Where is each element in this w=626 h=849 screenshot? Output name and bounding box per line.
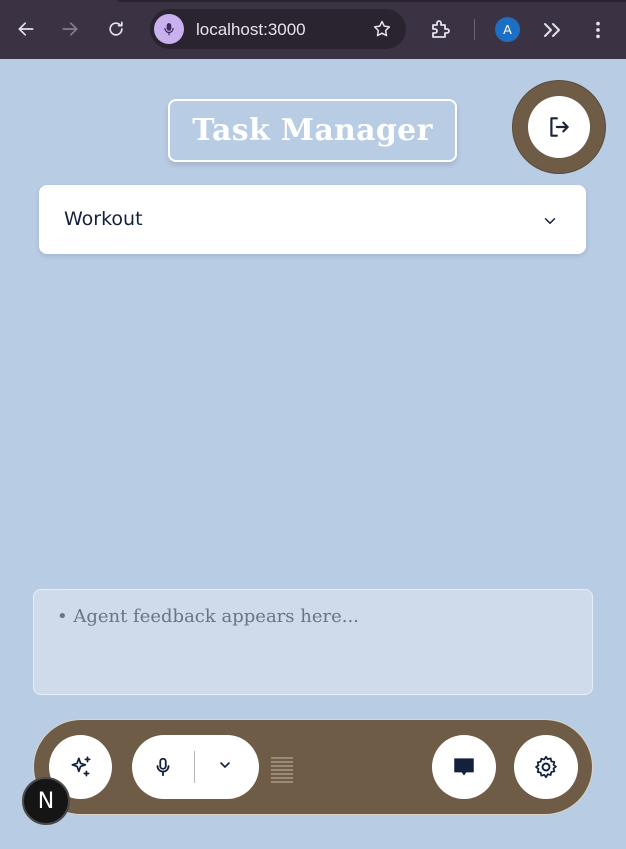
forward-icon [62,22,78,36]
bottom-toolbar [33,719,593,815]
reload-icon [109,21,123,36]
logout-button[interactable] [512,80,606,174]
chevron-down-icon [220,762,230,768]
settings-icon [535,755,557,779]
chat-icon [454,758,474,776]
chat-button[interactable] [432,735,496,799]
toolbar-divider [474,19,475,40]
extension-icon[interactable] [429,17,453,41]
microphone-icon [164,23,174,36]
browser-toolbar: localhost:3000 A [0,0,626,59]
address-bar[interactable]: localhost:3000 [150,9,406,49]
url-text: localhost:3000 [196,20,306,39]
nextjs-devtools-badge[interactable]: N [22,777,70,825]
mic-divider [194,751,195,783]
site-mic-indicator[interactable] [154,14,184,44]
select-value: Workout [64,208,143,230]
chevron-down-icon [544,218,556,224]
star-icon[interactable] [372,19,392,39]
mic-control-group [132,735,259,799]
forward-button[interactable] [56,14,84,44]
app-page: Task Manager Workout • Agent feedback ap… [0,59,626,849]
task-list-select[interactable]: Workout [39,185,586,254]
audio-level-icon [271,757,293,783]
microphone-icon [156,757,170,777]
page-title: Task Manager [192,113,433,148]
mic-options-dropdown[interactable] [202,735,248,795]
tab-strip-edge [118,0,626,2]
chevron-double-right-icon[interactable] [540,18,564,42]
agent-feedback-panel: • Agent feedback appears here... [33,589,593,695]
sparkles-icon [70,756,91,777]
feedback-placeholder: • Agent feedback appears here... [57,606,359,627]
logout-icon [550,117,569,137]
title-box: Task Manager [168,99,457,162]
back-icon [18,22,34,36]
profile-avatar[interactable]: A [495,17,520,42]
more-vertical-icon[interactable] [587,17,609,43]
back-button[interactable] [12,14,40,44]
reload-button[interactable] [102,14,130,44]
settings-button[interactable] [514,735,578,799]
microphone-button[interactable] [132,735,194,799]
logout-button-inner [528,96,590,158]
